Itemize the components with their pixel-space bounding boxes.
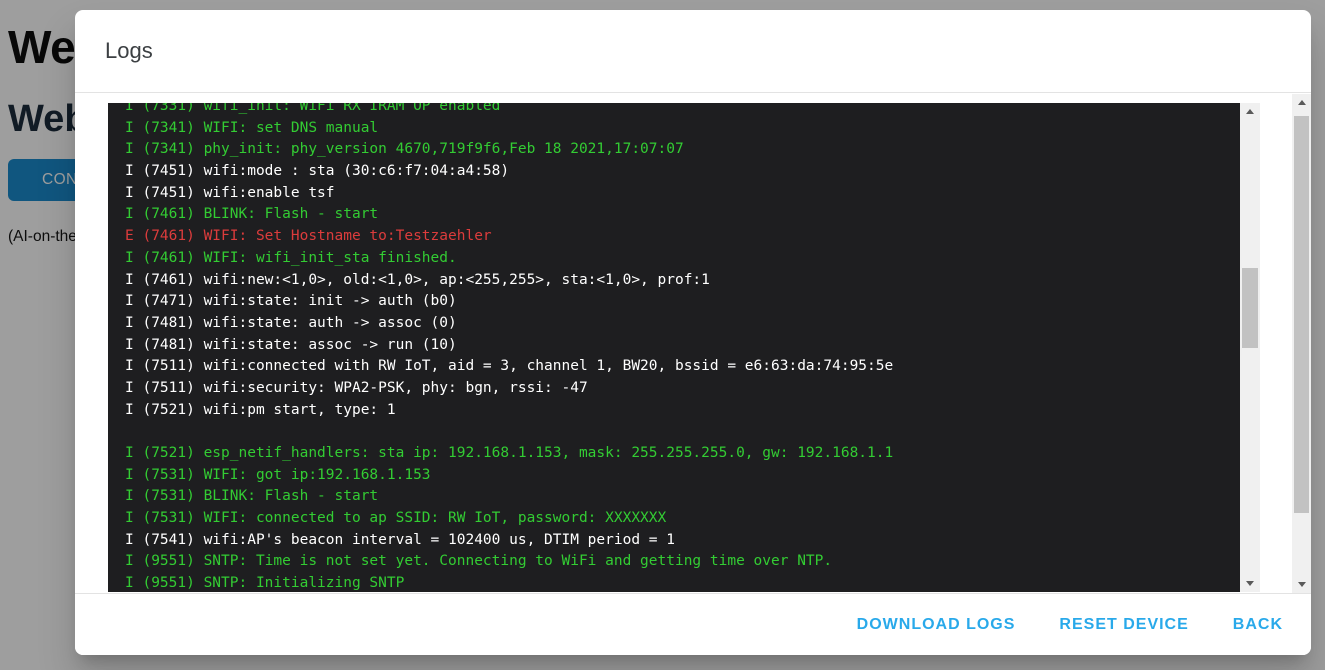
log-line bbox=[125, 421, 1240, 443]
arrow-down-icon bbox=[1298, 582, 1306, 587]
arrow-up-icon bbox=[1246, 109, 1254, 114]
dialog-scrollbar-thumb[interactable] bbox=[1294, 116, 1309, 513]
log-line: I (7341) phy_init: phy_version 4670,719f… bbox=[125, 139, 1240, 161]
arrow-up-icon bbox=[1298, 100, 1306, 105]
dialog-body: I (7331) wifi_init: WiFi RX IRAM OP enab… bbox=[75, 94, 1311, 593]
log-line: I (7341) WIFI: set DNS manual bbox=[125, 118, 1240, 140]
log-line: I (7541) wifi:AP's beacon interval = 102… bbox=[125, 530, 1240, 552]
dialog-footer: DOWNLOAD LOGS RESET DEVICE BACK bbox=[75, 593, 1311, 655]
log-line: I (7481) wifi:state: auth -> assoc (0) bbox=[125, 313, 1240, 335]
log-line: I (7531) BLINK: Flash - start bbox=[125, 486, 1240, 508]
log-line: E (7461) WIFI: Set Hostname to:Testzaehl… bbox=[125, 226, 1240, 248]
dialog-title: Logs bbox=[105, 38, 153, 64]
log-line: I (7451) wifi:enable tsf bbox=[125, 183, 1240, 205]
dialog-scroll-down-button[interactable] bbox=[1292, 576, 1311, 593]
log-line: I (9551) SNTP: Initializing SNTP bbox=[125, 573, 1240, 592]
log-line: I (7511) wifi:security: WPA2-PSK, phy: b… bbox=[125, 378, 1240, 400]
log-line: I (7521) wifi:pm start, type: 1 bbox=[125, 400, 1240, 422]
log-line: I (7331) wifi_init: WiFi RX IRAM OP enab… bbox=[125, 103, 1240, 118]
log-line: I (7511) wifi:connected with RW IoT, aid… bbox=[125, 356, 1240, 378]
log-output[interactable]: I (7331) wifi_init: WiFi RX IRAM OP enab… bbox=[108, 103, 1260, 592]
footer-action-button-download-logs[interactable]: DOWNLOAD LOGS bbox=[851, 615, 1022, 635]
log-scroll-down-button[interactable] bbox=[1240, 575, 1260, 592]
arrow-down-icon bbox=[1246, 581, 1254, 586]
log-scroll-up-button[interactable] bbox=[1240, 103, 1260, 120]
dialog-scrollbar[interactable] bbox=[1292, 94, 1311, 593]
log-line: I (7531) WIFI: connected to ap SSID: RW … bbox=[125, 508, 1240, 530]
footer-action-button-reset-device[interactable]: RESET DEVICE bbox=[1053, 615, 1194, 635]
log-scrollbar[interactable] bbox=[1240, 103, 1260, 592]
log-line: I (7521) esp_netif_handlers: sta ip: 192… bbox=[125, 443, 1240, 465]
log-line: I (9551) SNTP: Time is not set yet. Conn… bbox=[125, 551, 1240, 573]
log-line: I (7481) wifi:state: assoc -> run (10) bbox=[125, 335, 1240, 357]
log-scrollbar-thumb[interactable] bbox=[1242, 268, 1258, 348]
log-line: I (7461) WIFI: wifi_init_sta finished. bbox=[125, 248, 1240, 270]
log-lines: I (7331) wifi_init: WiFi RX IRAM OP enab… bbox=[108, 103, 1240, 592]
footer-action-button-back[interactable]: BACK bbox=[1227, 615, 1289, 635]
log-line: I (7451) wifi:mode : sta (30:c6:f7:04:a4… bbox=[125, 161, 1240, 183]
log-line: I (7461) BLINK: Flash - start bbox=[125, 204, 1240, 226]
log-line: I (7531) WIFI: got ip:192.168.1.153 bbox=[125, 465, 1240, 487]
log-line: I (7471) wifi:state: init -> auth (b0) bbox=[125, 291, 1240, 313]
dialog-header: Logs bbox=[75, 10, 1311, 93]
logs-dialog: Logs I (7331) wifi_init: WiFi RX IRAM OP… bbox=[75, 10, 1311, 655]
dialog-scroll-up-button[interactable] bbox=[1292, 94, 1311, 111]
log-line: I (7461) wifi:new:<1,0>, old:<1,0>, ap:<… bbox=[125, 270, 1240, 292]
